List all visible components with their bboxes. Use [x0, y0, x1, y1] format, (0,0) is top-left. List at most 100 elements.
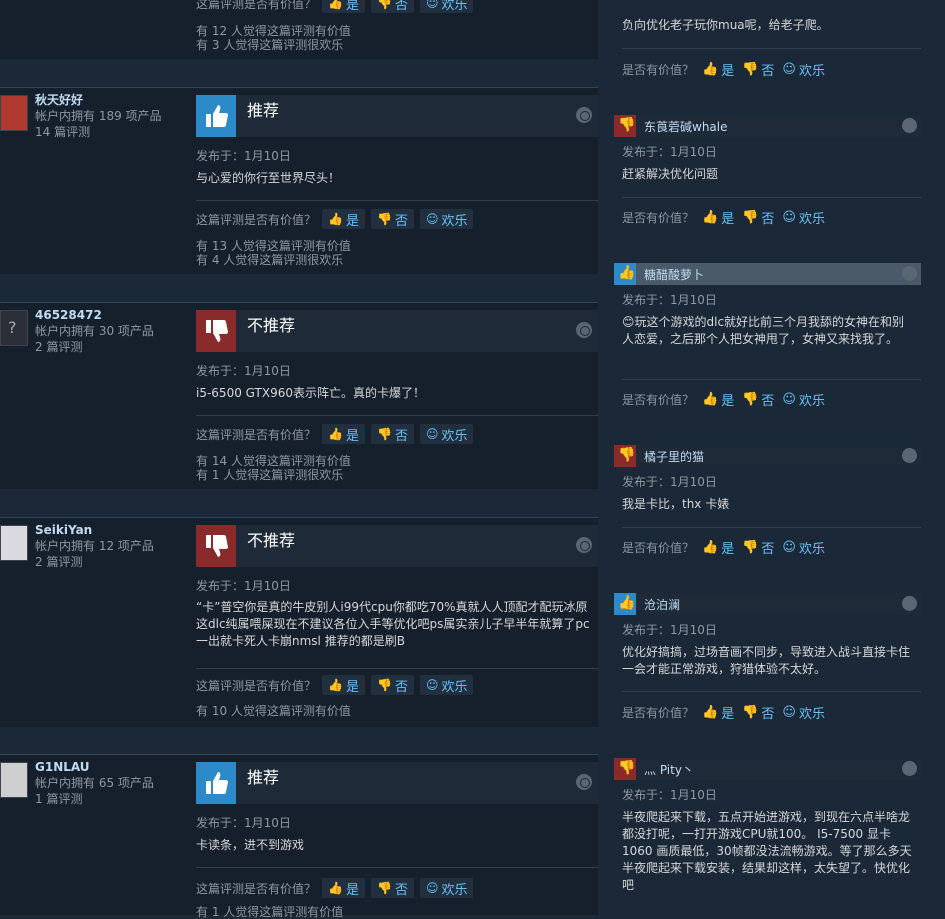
vote-funny-button[interactable]: ☺ 欢乐: [782, 390, 825, 409]
products-owned[interactable]: 帐户内拥有 189 项产品: [35, 108, 162, 124]
divider: [196, 200, 598, 201]
vote-funny-button[interactable]: ☺ 欢乐: [419, 675, 474, 695]
vote-yes-button[interactable]: 👍 是: [322, 878, 365, 898]
verdict-bar[interactable]: 👎 东莨菪碱whale: [614, 115, 921, 137]
verdict-title: 不推荐: [247, 531, 296, 550]
vote-yes-button[interactable]: 👍 是: [322, 675, 365, 695]
author-name[interactable]: 东莨菪碱whale: [644, 118, 728, 135]
vote-no-button[interactable]: 👎 否: [742, 208, 774, 227]
thumbs-down-icon: 👎: [742, 705, 759, 720]
steam-icon: [902, 761, 917, 776]
steam-icon: [576, 322, 592, 338]
thumbs-down-icon: 👎: [742, 540, 759, 555]
vote-no-button[interactable]: 👎 否: [370, 0, 414, 13]
thumbs-down-icon: 👎: [614, 445, 636, 467]
vote-no-button[interactable]: 👎 否: [742, 390, 774, 409]
helpful-question: 这篇评测是否有价值？: [196, 212, 317, 227]
products-owned[interactable]: 帐户内拥有 12 项产品: [35, 538, 154, 554]
author-name[interactable]: 沧泊澜: [644, 596, 680, 613]
review-card: G1NLAU 帐户内拥有 65 项产品 1 篇评测 推荐 发布于：1月10日 卡…: [0, 754, 598, 919]
thumbs-down-icon: 👎: [376, 678, 392, 692]
vote-funny-button[interactable]: ☺ 欢乐: [782, 538, 825, 557]
vote-yes-button[interactable]: 👍 是: [702, 60, 734, 79]
vote-no-button[interactable]: 👎 否: [742, 538, 774, 557]
thumbs-up-icon: 👍: [328, 881, 343, 895]
vote-no-button[interactable]: 👎 否: [742, 703, 774, 722]
posted-date: 发布于：1月10日: [622, 145, 717, 159]
steam-icon: [576, 537, 592, 553]
divider: [622, 48, 921, 49]
review-text: 优化好搞搞，过场音画不同步，导致进入战斗直接卡住一会才能正常游戏，狩猎体验不太好…: [622, 645, 911, 676]
avatar[interactable]: ?: [0, 310, 28, 346]
smiley-icon: ☺: [425, 212, 439, 226]
vote-funny-button[interactable]: ☺ 欢乐: [419, 424, 474, 444]
products-owned[interactable]: 帐户内拥有 30 项产品: [35, 323, 154, 339]
helpful-question: 是否有价值？: [622, 706, 695, 720]
smiley-icon: ☺: [782, 210, 796, 225]
vote-funny-button[interactable]: ☺ 欢乐: [419, 209, 474, 229]
vote-funny-button[interactable]: ☺ 欢乐: [419, 878, 474, 898]
vote-yes-button[interactable]: 👍 是: [322, 209, 365, 229]
review-card: 这篇评测是否有价值？ 👍 是 👎 否 ☺ 欢乐 有 12 人觉得这篇评测有价值 有 3…: [0, 0, 598, 59]
vote-funny-button[interactable]: ☺ 欢乐: [782, 703, 825, 722]
helpful-question: 这篇评测是否有价值？: [196, 427, 317, 442]
smiley-icon: ☺: [782, 540, 796, 555]
vote-yes-button[interactable]: 👍 是: [702, 208, 734, 227]
thumbs-down-icon: 👎: [376, 427, 392, 441]
author-name[interactable]: G1NLAU: [35, 759, 154, 775]
verdict-bar[interactable]: 推荐: [196, 762, 598, 804]
posted-date: 发布于：1月10日: [196, 579, 291, 593]
vote-no-button[interactable]: 👎 否: [370, 209, 414, 229]
verdict-bar[interactable]: 不推荐: [196, 310, 598, 352]
vote-no-button[interactable]: 👎 否: [370, 424, 414, 444]
verdict-bar[interactable]: 推荐: [196, 95, 598, 137]
helpful-question: 是否有价值？: [622, 211, 695, 225]
review-count[interactable]: 14 篇评测: [35, 124, 162, 140]
author-name[interactable]: 灬 Pity丶: [644, 761, 694, 778]
question-mark-icon: ?: [8, 318, 17, 337]
avatar[interactable]: [0, 525, 28, 561]
vote-no-button[interactable]: 👎 否: [742, 60, 774, 79]
review-count[interactable]: 2 篇评测: [35, 339, 154, 355]
author-name[interactable]: 秋天好好: [35, 92, 162, 108]
review-text: “卡”普空你是真的牛皮别人i99代cpu你都吃70%真就人人顶配才配玩冰原这dl…: [196, 600, 590, 648]
helpful-question: 是否有价值？: [622, 63, 695, 77]
products-owned[interactable]: 帐户内拥有 65 项产品: [35, 775, 154, 791]
smiley-icon: ☺: [425, 678, 439, 692]
verdict-bar[interactable]: 👍 糖醋酸萝卜: [614, 263, 921, 285]
vote-yes-button[interactable]: 👍 是: [322, 424, 365, 444]
vote-yes-button[interactable]: 👍 是: [702, 390, 734, 409]
vote-funny-button[interactable]: ☺ 欢乐: [782, 208, 825, 227]
helpful-count: 有 10 人觉得这篇评测有价值: [196, 704, 351, 718]
review-count[interactable]: 2 篇评测: [35, 554, 154, 570]
vote-yes-button[interactable]: 👍 是: [322, 0, 365, 13]
verdict-title: 推荐: [247, 768, 280, 787]
verdict-bar[interactable]: 不推荐: [196, 525, 598, 567]
smiley-icon: ☺: [425, 0, 439, 10]
verdict-bar[interactable]: 👍 沧泊澜: [614, 593, 921, 615]
thumbs-up-icon: 👍: [702, 540, 719, 555]
author-name[interactable]: 糖醋酸萝卜: [644, 266, 704, 283]
author-name[interactable]: 46528472: [35, 307, 154, 323]
author-name[interactable]: SeikiYan: [35, 522, 154, 538]
review-card: ? 46528472 帐户内拥有 30 项产品 2 篇评测 不推荐 发布于：1月…: [0, 302, 598, 490]
avatar[interactable]: [0, 762, 28, 798]
review-card: 👍 沧泊澜 发布于：1月10日 优化好搞搞，过场音画不同步，导致进入战斗直接卡住…: [614, 593, 921, 733]
review-text: i5-6500 GTX960表示阵亡。真的卡爆了！: [196, 386, 425, 400]
thumbs-up-icon: 👍: [614, 593, 636, 615]
vote-funny-button[interactable]: ☺ 欢乐: [419, 0, 474, 13]
author-name[interactable]: 橘子里的猫: [644, 448, 704, 465]
vote-no-button[interactable]: 👎 否: [370, 675, 414, 695]
vote-no-button[interactable]: 👎 否: [370, 878, 414, 898]
review-text: 卡读条，进不到游戏: [196, 838, 305, 852]
verdict-bar[interactable]: 👎 灬 Pity丶: [614, 758, 921, 780]
helpful-count: 有 14 人觉得这篇评测有价值: [196, 454, 351, 468]
steam-icon: [576, 774, 592, 790]
review-count[interactable]: 1 篇评测: [35, 791, 154, 807]
avatar[interactable]: [0, 95, 28, 131]
vote-yes-button[interactable]: 👍 是: [702, 538, 734, 557]
verdict-bar[interactable]: 👎 橘子里的猫: [614, 445, 921, 467]
funny-count: 有 4 人觉得这篇评测很欢乐: [196, 253, 344, 267]
vote-funny-button[interactable]: ☺ 欢乐: [782, 60, 825, 79]
vote-yes-button[interactable]: 👍 是: [702, 703, 734, 722]
